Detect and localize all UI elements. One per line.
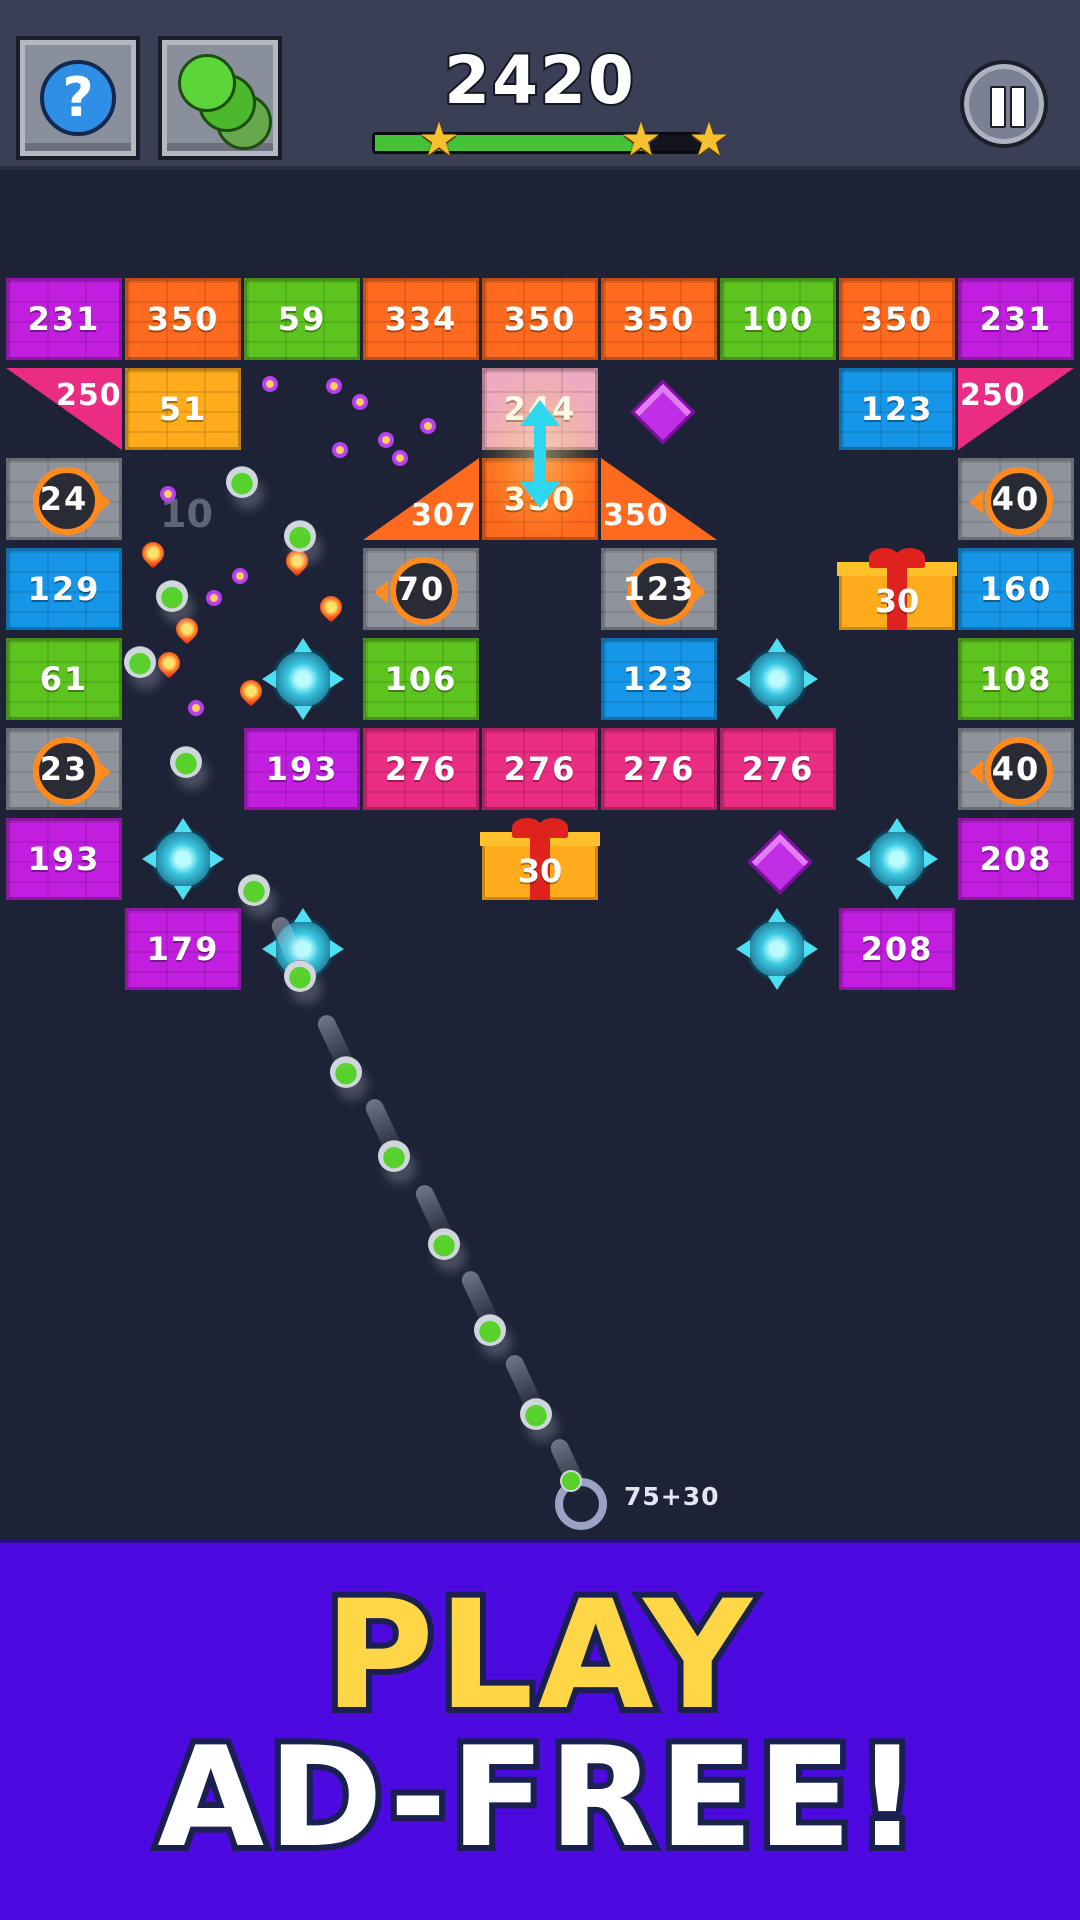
spread-ball-powerup-icon [142,818,224,900]
brick: 208 [958,818,1074,900]
promo-subheadline: AD-FREE! [151,1717,924,1878]
vertical-laser-powerup-icon [482,372,598,536]
spark-effect [332,442,348,458]
ring-bomb-brick: 23 [6,728,122,810]
brick: 100 [720,278,836,360]
brick: 276 [720,728,836,810]
brick: 276 [601,728,717,810]
brick: 179 [125,908,241,990]
spark-effect [188,700,204,716]
ball [170,746,202,778]
brick: 231 [6,278,122,360]
brick: 61 [6,638,122,720]
spread-ball-powerup-icon [736,638,818,720]
spark-effect [352,394,368,410]
spark-effect [420,418,436,434]
ball [226,466,258,498]
spark-effect [160,486,176,502]
brick: 231 [958,278,1074,360]
ring-bomb-brick: 70 [363,548,479,630]
triangle-brick: 250 [6,368,122,450]
launch-ball [560,1470,582,1492]
fire-effect [137,537,169,569]
brick: 193 [6,818,122,900]
fire-effect [171,613,203,645]
ring-bomb-brick: 24 [6,458,122,540]
triangle-brick: 350 [601,458,717,540]
brick: 350 [482,278,598,360]
ring-bomb-brick: 40 [958,728,1074,810]
brick: 350 [839,278,955,360]
gift-bow [895,548,925,568]
brick: 276 [363,728,479,810]
brick: 276 [482,728,598,810]
gem-icon [630,379,696,445]
spark-effect [378,432,394,448]
triangle-brick: 250 [958,368,1074,450]
spark-effect [232,568,248,584]
brick: 350 [601,278,717,360]
spread-ball-powerup-icon [262,638,344,720]
spread-ball-powerup-icon [736,908,818,990]
ball-count: 75+30 [624,1482,720,1511]
brick: 108 [958,638,1074,720]
brick: 129 [6,548,122,630]
ball-trail [314,1012,357,1075]
brick: 334 [363,278,479,360]
brick: 123 [839,368,955,450]
brick: 208 [839,908,955,990]
ball-trail [362,1096,405,1159]
remove-ads-banner[interactable]: PLAY AD-FREE! [0,1540,1080,1920]
spread-ball-powerup-icon [856,818,938,900]
gift-brick: 30 [837,548,957,630]
brick: 350 [125,278,241,360]
ball [156,580,188,612]
ball [124,646,156,678]
ball-trail [412,1182,455,1245]
ring-bomb-brick: 40 [958,458,1074,540]
ball [238,874,270,906]
brick: 123 [601,638,717,720]
fire-effect [153,647,185,679]
triangle-brick: 307 [363,458,479,540]
brick: 160 [958,548,1074,630]
brick: 51 [125,368,241,450]
ball-trail [458,1268,501,1331]
gem-icon [747,829,813,895]
ball-trail [502,1352,545,1415]
brick: 59 [244,278,360,360]
ring-bomb-brick: 123 [601,548,717,630]
spark-effect [206,590,222,606]
brick: 193 [244,728,360,810]
spark-effect [262,376,278,392]
spark-effect [392,450,408,466]
promo-headline: PLAY [318,1569,758,1743]
spark-effect [326,378,342,394]
game-board[interactable]: 231 350 59 334 350 350 100 350 231 250 5… [0,0,1080,1540]
fire-effect [315,591,347,623]
gift-brick: 30 [480,818,600,900]
brick: 106 [363,638,479,720]
gift-bow [538,818,568,838]
ball [284,520,316,552]
